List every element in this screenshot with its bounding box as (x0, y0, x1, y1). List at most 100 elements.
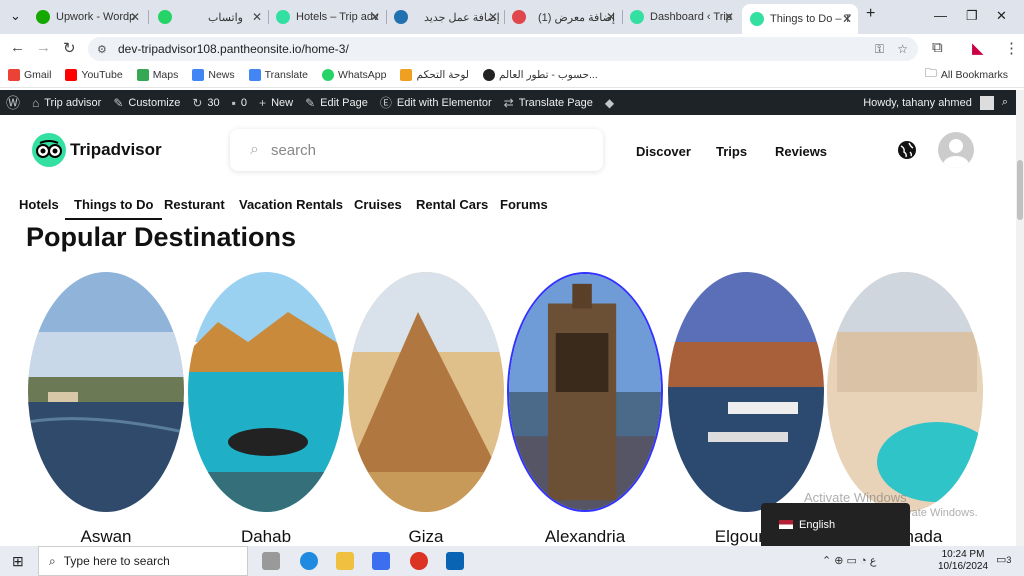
wp-site-link[interactable]: ⌂ Trip advisor (32, 96, 101, 110)
tab-whatsapp[interactable]: واتساب ✕ (150, 6, 268, 28)
globe-icon[interactable] (897, 140, 917, 165)
reload-icon[interactable]: ↻ (63, 39, 76, 57)
nav-reviews[interactable]: Reviews (775, 144, 827, 159)
menu-icon[interactable]: ⋮ (1004, 39, 1019, 57)
close-icon[interactable]: ✕ (842, 12, 852, 26)
dest-image-dahab[interactable] (188, 272, 344, 512)
address-bar[interactable]: ⚙ dev-tripadvisor108.pantheonsite.io/hom… (88, 37, 918, 61)
all-bookmarks[interactable]: 🗀 All Bookmarks (925, 64, 1008, 85)
user-avatar[interactable] (938, 132, 974, 168)
wp-howdy[interactable]: Howdy, tahany ahmed (863, 97, 972, 109)
language-switcher[interactable]: English (761, 503, 910, 546)
windows-start-icon[interactable]: ⊞ (12, 553, 24, 570)
folder-icon: 🗀 (924, 66, 937, 80)
cat-rental-cars[interactable]: Rental Cars (416, 197, 488, 212)
tab-gallery[interactable]: (1) إضافة معرض ✕ (504, 6, 622, 28)
upwork-icon (36, 10, 50, 24)
back-icon[interactable]: ← (10, 39, 25, 56)
search-input[interactable]: ⌕ search (230, 129, 603, 171)
dest-image-alexandria[interactable] (507, 272, 663, 512)
dest-image-hurghada[interactable] (827, 272, 983, 512)
plus-icon: + (259, 95, 267, 110)
wp-new[interactable]: + New (259, 96, 293, 110)
taskbar-search[interactable]: ⌕ Type here to search (38, 546, 248, 576)
clock[interactable]: 10:24 PM 10/16/2024 (938, 549, 988, 573)
bookmark-star-icon[interactable]: ☆ (897, 42, 908, 56)
tray-icons[interactable]: ⌃ ⊕ ▭ ◔ ع (822, 554, 876, 567)
close-icon[interactable]: ✕ (370, 10, 380, 24)
tab-things-to-do[interactable]: Things to Do – T ✕ (742, 4, 858, 34)
scroll-thumb[interactable] (1017, 160, 1023, 220)
wp-translate[interactable]: ⇄ Translate Page (504, 96, 593, 110)
bookmark-hsoub[interactable]: حسوب - تطور العالم... (483, 68, 598, 81)
tab-search-icon[interactable]: ⌄ (10, 8, 21, 24)
avatar[interactable] (979, 95, 994, 110)
chrome-icon[interactable] (410, 552, 428, 570)
dest-image-elgouna[interactable] (668, 272, 824, 512)
bookmark-gmail[interactable]: Gmail (8, 68, 51, 81)
bookmark-dashboard[interactable]: لوحة التحكم (400, 68, 469, 81)
bookmark-whatsapp[interactable]: WhatsApp (322, 68, 386, 81)
maps-icon (136, 68, 149, 81)
wp-comments[interactable]: ▪ 0 (232, 96, 247, 110)
new-tab-icon[interactable]: + (866, 5, 875, 23)
bookmarks-bar: Gmail YouTube Maps News Translate WhatsA… (0, 62, 1024, 88)
password-key-icon[interactable]: ⚿ (875, 42, 884, 57)
tripadvisor-icon (276, 10, 290, 24)
close-icon[interactable]: ✕ (724, 10, 734, 24)
cat-things-to-do[interactable]: Things to Do (65, 197, 163, 220)
wp-edit-page[interactable]: ✎ Edit Page (305, 96, 368, 110)
wp-customize[interactable]: ✎ Customize (113, 96, 180, 110)
close-icon[interactable]: ✕ (130, 10, 140, 24)
pencil-icon: ✎ (305, 95, 316, 110)
wp-updates[interactable]: ↻ 30 (192, 96, 219, 110)
tab-hotels[interactable]: Hotels – Trip adv ✕ (268, 6, 386, 28)
edge-icon[interactable] (300, 552, 318, 570)
cat-cruises[interactable]: Cruises (354, 197, 402, 212)
close-icon[interactable]: ✕ (252, 10, 262, 24)
tab-dashboard[interactable]: Dashboard ‹ Trip ✕ (622, 6, 740, 28)
search-icon: ⌕ (49, 553, 56, 568)
cat-forums[interactable]: Forums (500, 197, 548, 212)
dest-label-giza[interactable]: Giza (348, 527, 504, 546)
dest-label-dahab[interactable]: Dahab (188, 527, 344, 546)
notification-icon[interactable]: ▭3 (996, 553, 1011, 566)
wp-elementor[interactable]: Ⓔ Edit with Elementor (380, 94, 492, 111)
close-icon[interactable]: ✕ (606, 10, 616, 24)
site-info-icon[interactable]: ⚙ (97, 43, 107, 56)
dest-image-aswan[interactable] (28, 272, 184, 512)
windows-taskbar: ⊞ ⌕ Type here to search ⌃ ⊕ ▭ ◔ ع 10:24 … (0, 546, 1024, 576)
dest-label-alexandria[interactable]: Alexandria (507, 527, 663, 546)
wp-diamond[interactable]: ◆ (605, 96, 614, 110)
wordpress-icon[interactable]: Ⓦ (6, 93, 20, 113)
cat-resturant[interactable]: Resturant (164, 197, 225, 212)
tab-new-work[interactable]: إضافة عمل جديد ✕ (386, 6, 504, 28)
page-scrollbar[interactable] (1016, 90, 1024, 546)
forward-icon[interactable]: → (36, 39, 51, 56)
site-logo[interactable]: Tripadvisor (32, 133, 162, 167)
restore-icon[interactable]: ❐ (966, 8, 978, 24)
cat-vacation-rentals[interactable]: Vacation Rentals (239, 197, 343, 212)
cat-hotels[interactable]: Hotels (19, 197, 59, 212)
file-explorer-icon[interactable] (336, 552, 354, 570)
dest-label-aswan[interactable]: Aswan (28, 527, 184, 546)
nav-discover[interactable]: Discover (636, 144, 691, 159)
browser-tab-bar: ⌄ Upwork - Wordp ✕ واتساب ✕ Hotels – Trip … (0, 0, 1024, 34)
bookmark-maps[interactable]: Maps (136, 68, 178, 81)
bookmark-translate[interactable]: Translate (248, 68, 308, 81)
store-icon[interactable] (372, 552, 390, 570)
nav-trips[interactable]: Trips (716, 144, 747, 159)
minimize-icon[interactable]: — (934, 8, 947, 23)
task-view-icon[interactable] (262, 552, 280, 570)
tab-upwork[interactable]: Upwork - Wordp ✕ (28, 6, 146, 28)
elementor-icon: Ⓔ (379, 96, 392, 110)
window-close-icon[interactable]: ✕ (996, 8, 1007, 24)
profile-icon[interactable]: ◣ (972, 39, 984, 57)
close-icon[interactable]: ✕ (488, 10, 498, 24)
search-icon[interactable]: ⌕ (1002, 96, 1008, 109)
bookmark-youtube[interactable]: YouTube (65, 68, 123, 81)
dest-image-giza[interactable] (348, 272, 504, 512)
bookmark-news[interactable]: News (192, 68, 235, 81)
outlook-icon[interactable] (446, 552, 464, 570)
extensions-icon[interactable]: ⧉ (932, 39, 943, 56)
